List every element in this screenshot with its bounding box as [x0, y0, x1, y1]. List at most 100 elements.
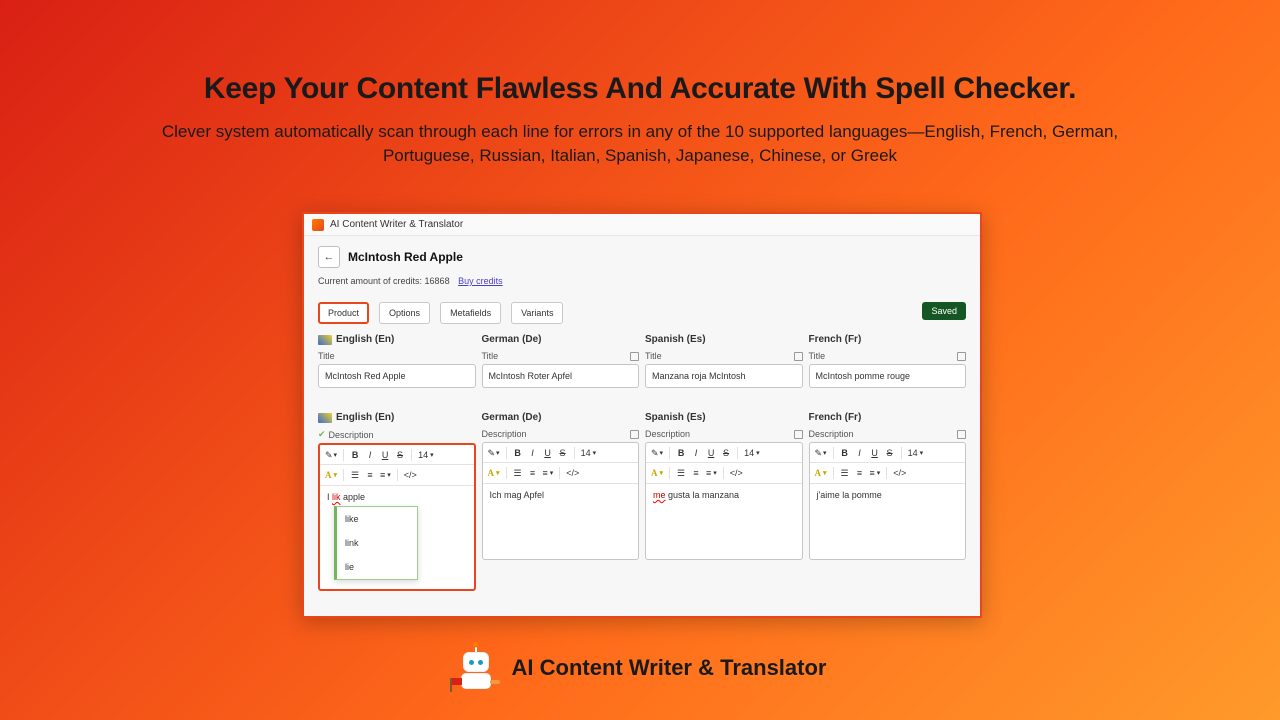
list-ol-button[interactable]: ≡ [527, 466, 539, 480]
title-input-de[interactable] [482, 364, 640, 388]
lang-header-fr-2: French (Fr) [809, 412, 967, 423]
code-button[interactable]: </> [729, 466, 744, 480]
back-button[interactable]: ← [318, 246, 340, 268]
bold-button[interactable]: B [675, 446, 687, 460]
desc-label-es: Description [645, 429, 803, 439]
spell-suggestions-popup: like link lie [334, 506, 418, 580]
col-en-title: English (En) Title [318, 334, 476, 388]
bold-button[interactable]: B [349, 448, 361, 462]
font-size-select[interactable]: 14 [907, 446, 925, 460]
copy-icon[interactable] [957, 352, 966, 361]
spell-suggestion[interactable]: link [337, 531, 417, 555]
align-button[interactable]: ≡ [869, 466, 882, 480]
strike-button[interactable]: S [557, 446, 569, 460]
font-color-button[interactable]: A [650, 466, 664, 480]
underline-button[interactable]: U [705, 446, 717, 460]
ai-magic-button[interactable] [324, 448, 338, 462]
ai-magic-button[interactable] [814, 446, 828, 460]
editor-body-de[interactable]: Ich mag Apfel [483, 484, 639, 560]
font-color-button[interactable]: A [324, 468, 338, 482]
desc-label-en: ✔Description [318, 429, 476, 440]
editor-toolbar: B I U S 14 [483, 443, 639, 463]
list-ol-button[interactable]: ≡ [854, 466, 866, 480]
product-header: ← McIntosh Red Apple [304, 236, 980, 272]
bold-button[interactable]: B [839, 446, 851, 460]
col-fr-title: French (Fr) Title [809, 334, 967, 388]
copy-icon[interactable] [794, 352, 803, 361]
underline-button[interactable]: U [542, 446, 554, 460]
title-input-es[interactable] [645, 364, 803, 388]
editor-body-en[interactable]: I lik apple like link lie [320, 486, 474, 591]
font-size-select[interactable]: 14 [417, 448, 435, 462]
list-ol-button[interactable]: ≡ [364, 468, 376, 482]
editor-en[interactable]: B I U S 14 A ☰ ≡ ≡ </> I lik ap [318, 443, 476, 591]
editor-toolbar: B I U S 14 [810, 443, 966, 463]
hero-subtitle: Clever system automatically scan through… [150, 120, 1130, 168]
list-ul-button[interactable]: ☰ [839, 466, 851, 480]
editor-body-es[interactable]: me gusta la manzana [646, 484, 802, 560]
italic-button[interactable]: I [527, 446, 539, 460]
spell-suggestion[interactable]: like [337, 507, 417, 531]
ai-magic-button[interactable] [487, 446, 501, 460]
editor-es[interactable]: B I U S 14 A ☰ ≡ ≡ </> me gusta la manza… [645, 442, 803, 560]
title-row: English (En) Title German (De) Title Spa… [304, 324, 980, 388]
spell-suggestion[interactable]: lie [337, 555, 417, 579]
list-ul-button[interactable]: ☰ [349, 468, 361, 482]
app-logo-icon [312, 219, 324, 231]
list-ol-button[interactable]: ≡ [690, 466, 702, 480]
title-label-de: Title [482, 351, 640, 361]
editor-toolbar-2: A ☰ ≡ ≡ </> [646, 463, 802, 484]
translate-icon [318, 335, 332, 345]
title-label-en: Title [318, 351, 476, 361]
tab-variants[interactable]: Variants [511, 302, 563, 324]
spell-error-word[interactable]: me [653, 490, 666, 500]
font-color-button[interactable]: A [814, 466, 828, 480]
underline-button[interactable]: U [379, 448, 391, 462]
editor-body-fr[interactable]: j'aime la pomme [810, 484, 966, 560]
title-input-en[interactable] [318, 364, 476, 388]
code-button[interactable]: </> [403, 468, 418, 482]
tab-options[interactable]: Options [379, 302, 430, 324]
italic-button[interactable]: I [690, 446, 702, 460]
font-size-select[interactable]: 14 [580, 446, 598, 460]
strike-button[interactable]: S [720, 446, 732, 460]
window-titlebar: AI Content Writer & Translator [304, 214, 980, 236]
font-size-select[interactable]: 14 [743, 446, 761, 460]
editor-toolbar-2: A ☰ ≡ ≡ </> [483, 463, 639, 484]
code-button[interactable]: </> [565, 466, 580, 480]
check-icon: ✔ [318, 429, 326, 440]
brand-name: AI Content Writer & Translator [512, 655, 827, 681]
desc-label-fr: Description [809, 429, 967, 439]
font-color-button[interactable]: A [487, 466, 501, 480]
title-label-es: Title [645, 351, 803, 361]
spell-error-word[interactable]: lik [332, 492, 341, 502]
strike-button[interactable]: S [884, 446, 896, 460]
app-window: AI Content Writer & Translator ← McIntos… [302, 212, 982, 618]
bold-button[interactable]: B [512, 446, 524, 460]
italic-button[interactable]: I [854, 446, 866, 460]
editor-fr[interactable]: B I U S 14 A ☰ ≡ ≡ </> j'aime la pomme [809, 442, 967, 560]
code-button[interactable]: </> [892, 466, 907, 480]
strike-button[interactable]: S [394, 448, 406, 462]
align-button[interactable]: ≡ [705, 466, 718, 480]
buy-credits-link[interactable]: Buy credits [458, 276, 503, 286]
align-button[interactable]: ≡ [379, 468, 392, 482]
underline-button[interactable]: U [869, 446, 881, 460]
editor-de[interactable]: B I U S 14 A ☰ ≡ ≡ </> Ich mag Apfel [482, 442, 640, 560]
copy-icon[interactable] [630, 430, 639, 439]
tab-metafields[interactable]: Metafields [440, 302, 501, 324]
col-de-title: German (De) Title [482, 334, 640, 388]
align-button[interactable]: ≡ [542, 466, 555, 480]
col-es-title: Spanish (Es) Title [645, 334, 803, 388]
list-ul-button[interactable]: ☰ [675, 466, 687, 480]
title-input-fr[interactable] [809, 364, 967, 388]
list-ul-button[interactable]: ☰ [512, 466, 524, 480]
tab-product[interactable]: Product [318, 302, 369, 324]
saved-badge: Saved [922, 302, 966, 320]
col-fr-desc: French (Fr) Description B I U S 14 A ☰ ≡ [809, 412, 967, 591]
italic-button[interactable]: I [364, 448, 376, 462]
copy-icon[interactable] [794, 430, 803, 439]
copy-icon[interactable] [630, 352, 639, 361]
ai-magic-button[interactable] [650, 446, 664, 460]
copy-icon[interactable] [957, 430, 966, 439]
